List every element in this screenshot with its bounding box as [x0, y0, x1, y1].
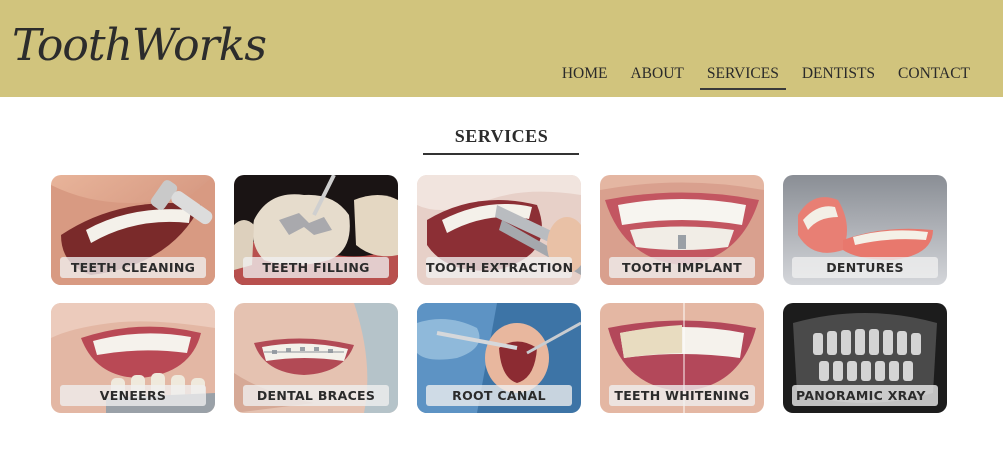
nav-services[interactable]: SERVICES	[699, 63, 786, 90]
service-card-teeth-cleaning[interactable]: TEETH CLEANING	[51, 175, 215, 285]
service-label: DENTAL BRACES	[243, 385, 389, 406]
service-card-dentures[interactable]: DENTURES	[783, 175, 947, 285]
service-label: TOOTH IMPLANT	[609, 257, 755, 278]
service-label: DENTURES	[792, 257, 938, 278]
service-label: TEETH FILLING	[243, 257, 389, 278]
service-label: TOOTH EXTRACTION	[426, 257, 573, 278]
service-card-veneers[interactable]: VENEERS	[51, 303, 215, 413]
service-label: TEETH WHITENING	[609, 385, 755, 406]
site-header: ToothWorks HOME ABOUT SERVICES DENTISTS …	[0, 0, 1003, 97]
service-card-tooth-extraction[interactable]: TOOTH EXTRACTION	[417, 175, 581, 285]
nav-about[interactable]: ABOUT	[623, 63, 690, 87]
nav-contact[interactable]: CONTACT	[891, 63, 977, 87]
service-label: TEETH CLEANING	[60, 257, 206, 278]
nav-home[interactable]: HOME	[555, 63, 615, 87]
service-card-panoramic-xray[interactable]: PANORAMIC XRAY	[783, 303, 947, 413]
section-title-wrap: SERVICES	[0, 126, 1003, 147]
service-card-dental-braces[interactable]: DENTAL BRACES	[234, 303, 398, 413]
service-label: PANORAMIC XRAY	[792, 385, 938, 406]
service-label: VENEERS	[60, 385, 206, 406]
title-underline	[423, 153, 579, 155]
main-nav: HOME ABOUT SERVICES DENTISTS CONTACT	[546, 63, 977, 90]
service-card-teeth-whitening[interactable]: TEETH WHITENING	[600, 303, 764, 413]
nav-dentists[interactable]: DENTISTS	[795, 63, 882, 87]
service-card-tooth-implant[interactable]: TOOTH IMPLANT	[600, 175, 764, 285]
service-card-root-canal[interactable]: ROOT CANAL	[417, 303, 581, 413]
service-label: ROOT CANAL	[426, 385, 572, 406]
page-title: SERVICES	[454, 126, 549, 146]
site-logo[interactable]: ToothWorks	[12, 20, 267, 71]
service-card-teeth-filling[interactable]: TEETH FILLING	[234, 175, 398, 285]
